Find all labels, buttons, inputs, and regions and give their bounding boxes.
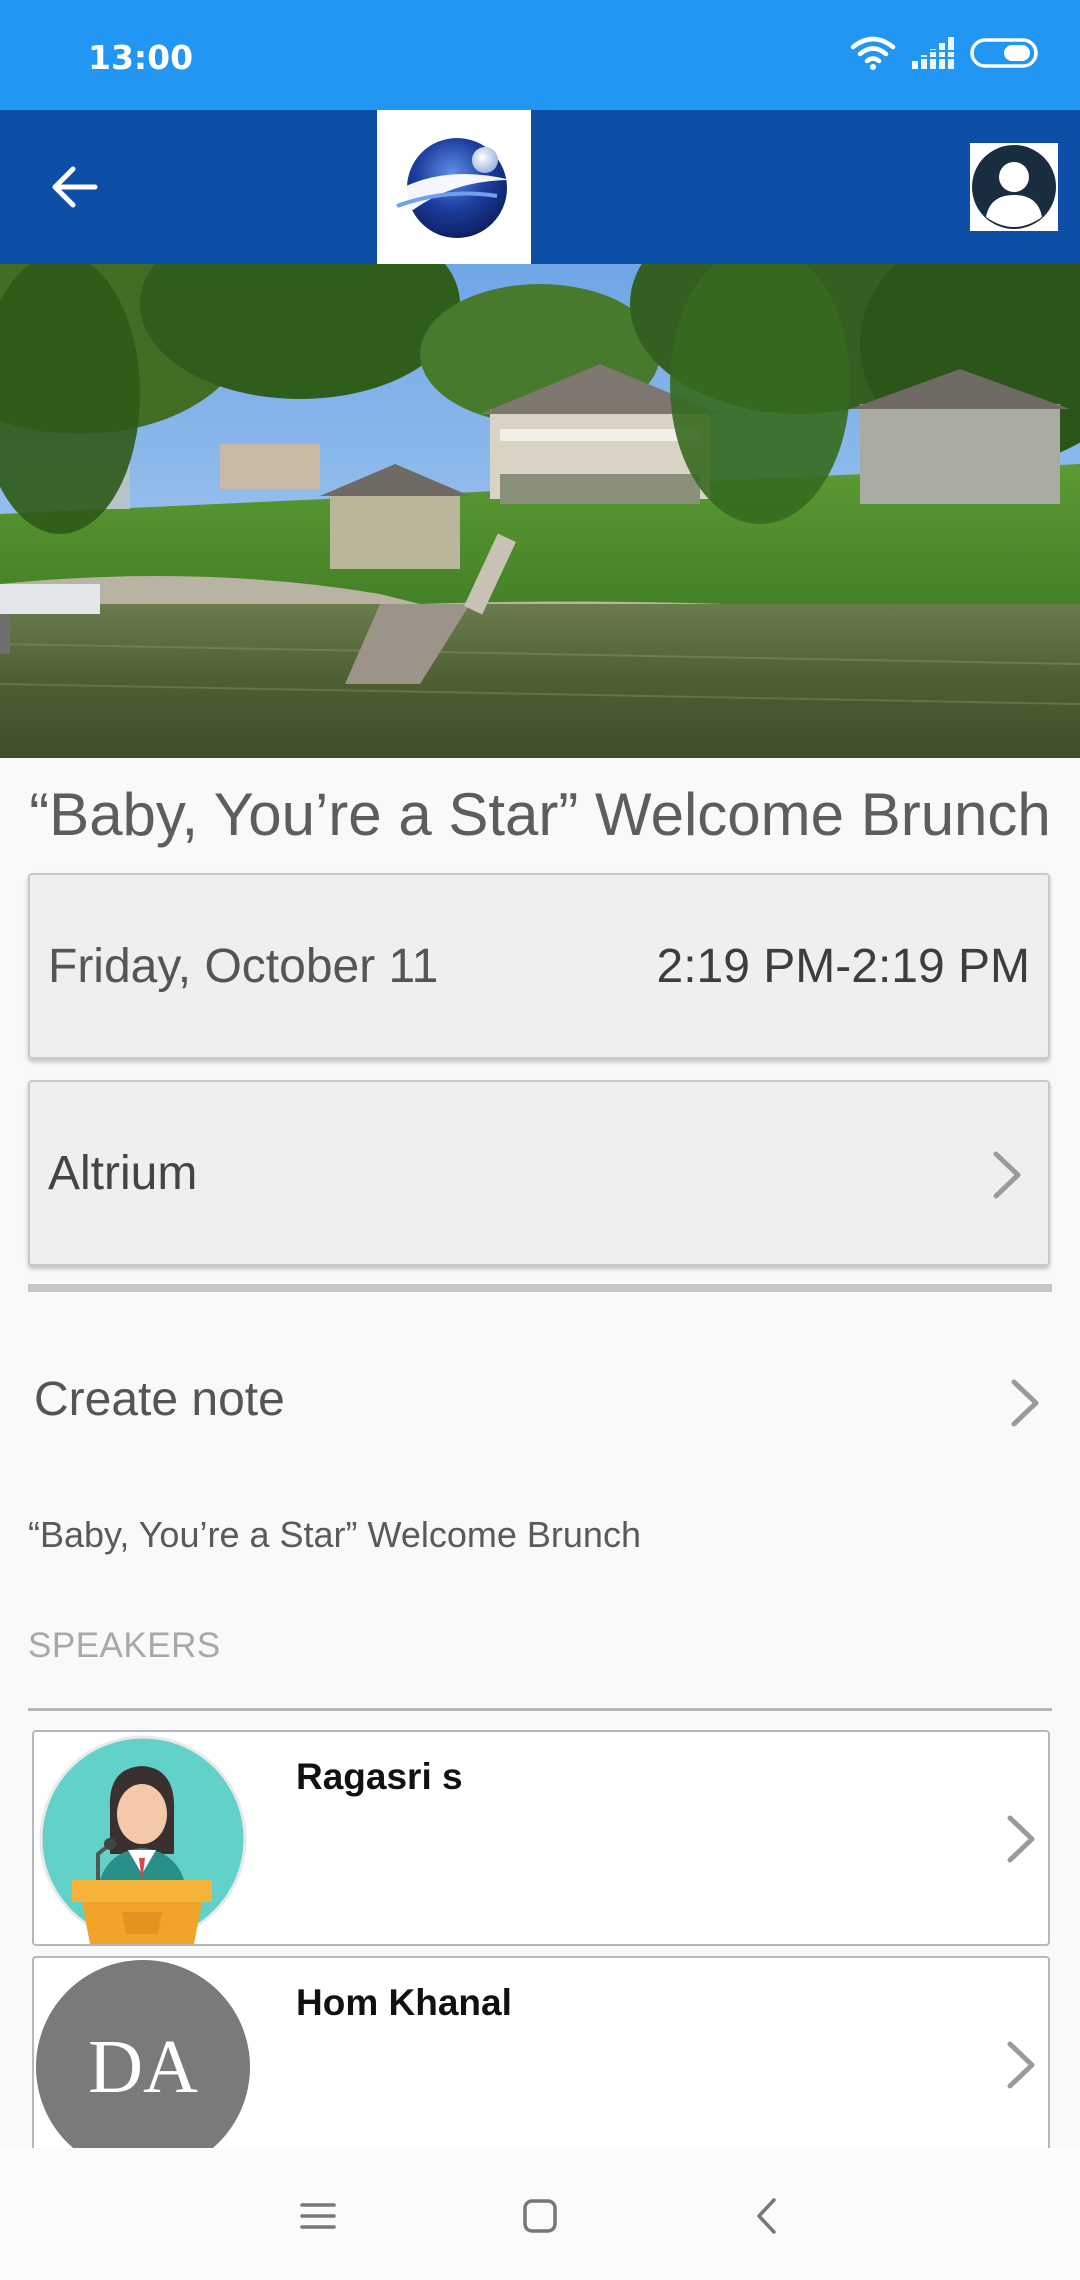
event-title: “Baby, You’re a Star” Welcome Brunch [29,781,1051,848]
speaker-card[interactable]: DA Hom Khanal [32,1956,1050,2172]
event-location: Altrium [48,1147,198,1200]
chevron-right-icon [1007,1815,1035,1863]
home-square-icon [523,2199,557,2233]
menu-icon [300,2203,336,2229]
event-datetime-card: Friday, October 11 2:19 PM-2:19 PM [28,873,1050,1059]
speaker-avatar: DA [36,1960,250,2170]
status-bar: 13:00 [0,0,1080,110]
section-divider [28,1284,1052,1292]
nav-back-button[interactable] [736,2186,796,2246]
app-bar [0,110,1080,264]
wifi-icon [850,36,896,70]
battery-icon [970,38,1038,68]
event-location-card[interactable]: Altrium [28,1080,1050,1266]
nav-home-button[interactable] [510,2186,570,2246]
speaker-card[interactable]: Ragasri s [32,1730,1050,1946]
profile-button[interactable] [970,143,1058,231]
speaker-initials: DA [88,2024,198,2109]
event-description: “Baby, You’re a Star” Welcome Brunch [28,1514,641,1555]
user-avatar-icon [972,145,1056,229]
status-time: 13:00 [88,38,194,77]
speaker-name: Hom Khanal [296,1982,512,2023]
nav-menu-button[interactable] [288,2186,348,2246]
signal-icon [912,37,954,69]
speaker-podium-icon [39,1735,247,1944]
status-icons [850,36,1040,70]
event-date: Friday, October 11 [48,940,439,993]
create-note-label: Create note [34,1373,285,1426]
app-logo [377,110,531,264]
speakers-divider [28,1708,1052,1711]
event-time-range: 2:19 PM-2:19 PM [656,940,1031,993]
chevron-right-icon [1011,1379,1039,1427]
arrow-left-icon [52,166,98,208]
create-note-row[interactable]: Create note [0,1340,1080,1462]
speaker-name: Ragasri s [296,1756,463,1797]
event-hero-image [0,264,1080,758]
back-chevron-icon [757,2198,776,2234]
chevron-right-icon [993,1151,1021,1199]
system-nav-bar [0,2148,1080,2280]
back-button[interactable] [40,152,110,222]
chevron-right-icon [1007,2041,1035,2089]
speakers-header: SPEAKERS [28,1626,221,1665]
